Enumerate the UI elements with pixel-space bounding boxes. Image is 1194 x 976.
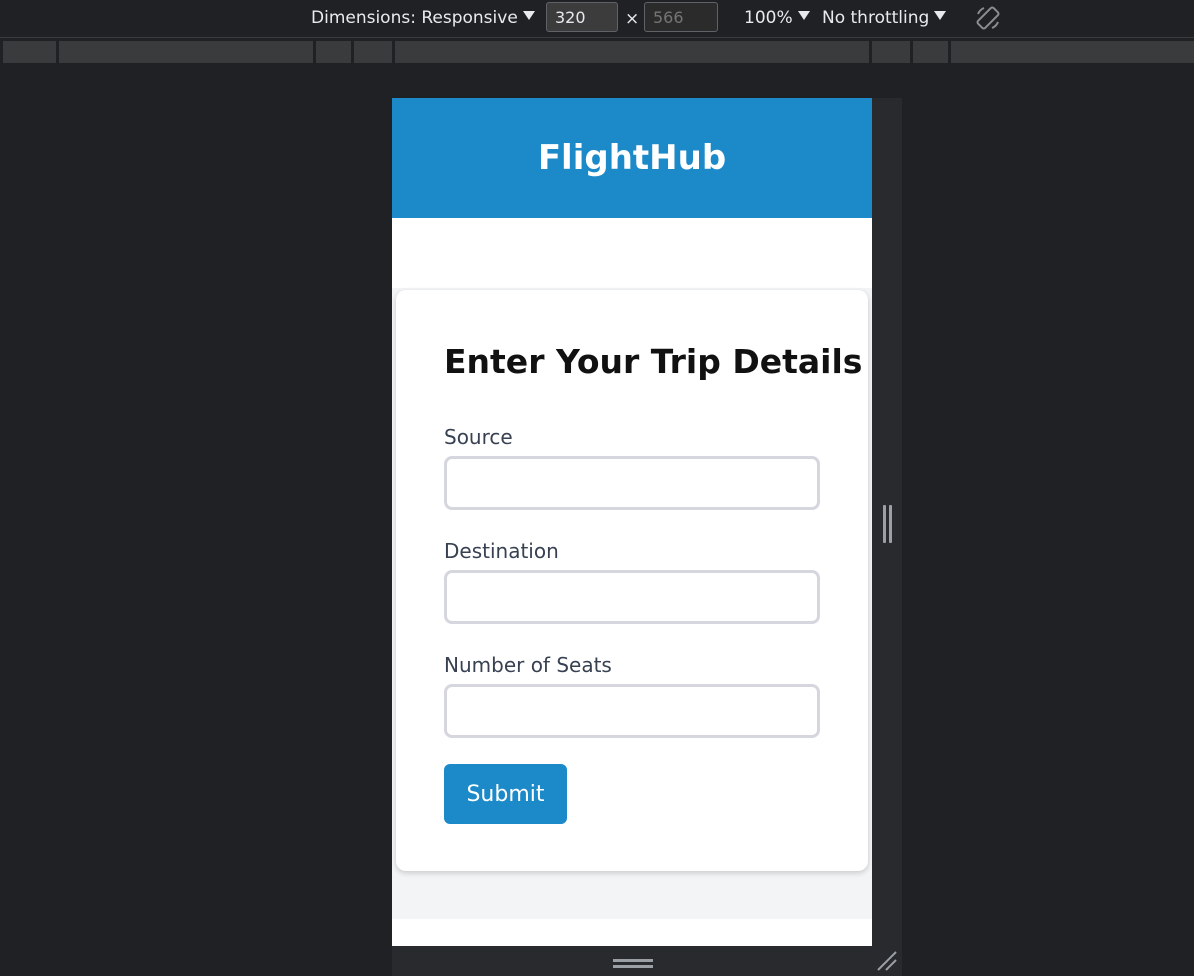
chevron-down-icon xyxy=(522,11,535,20)
rotate-icon[interactable] xyxy=(974,4,1002,32)
resize-grip xyxy=(613,959,653,962)
media-query-segment[interactable] xyxy=(395,41,869,63)
media-query-segment[interactable] xyxy=(913,41,948,63)
chevron-down-icon xyxy=(797,11,810,20)
trip-details-card: Enter Your Trip Details Source Destinati… xyxy=(396,290,868,871)
dimensions-label: Dimensions: Responsive xyxy=(311,8,518,28)
page-footer xyxy=(392,919,872,946)
app-header: FlightHub xyxy=(392,98,872,218)
corner-resize-icon[interactable] xyxy=(876,950,898,972)
destination-input[interactable] xyxy=(444,570,820,624)
chevron-down-icon xyxy=(934,11,947,20)
seats-label: Number of Seats xyxy=(444,653,612,677)
media-query-segment[interactable] xyxy=(59,41,313,63)
throttling-dropdown[interactable]: No throttling xyxy=(822,7,947,29)
app-title: FlightHub xyxy=(537,138,727,178)
device-viewport: FlightHub Enter Your Trip Details Source… xyxy=(392,98,872,946)
resize-grip xyxy=(883,505,886,543)
media-query-segment[interactable] xyxy=(3,41,56,63)
throttling-label: No throttling xyxy=(822,8,930,28)
device-toolbar: Dimensions: Responsive × 100% No throttl… xyxy=(0,0,1194,38)
source-label: Source xyxy=(444,425,513,449)
resize-grip xyxy=(613,965,653,968)
form-heading: Enter Your Trip Details xyxy=(444,342,863,381)
zoom-dropdown[interactable]: 100% xyxy=(744,7,810,29)
destination-label: Destination xyxy=(444,539,559,563)
source-input[interactable] xyxy=(444,456,820,510)
media-query-segment[interactable] xyxy=(354,41,392,63)
media-query-segment[interactable] xyxy=(316,41,351,63)
width-input[interactable] xyxy=(546,2,618,32)
seats-input[interactable] xyxy=(444,684,820,738)
resize-grip xyxy=(889,505,892,543)
submit-button[interactable]: Submit xyxy=(444,764,567,824)
media-query-segment[interactable] xyxy=(872,41,910,63)
media-query-segment[interactable] xyxy=(951,41,1194,63)
right-resize-handle[interactable] xyxy=(872,98,902,976)
height-input[interactable] xyxy=(644,2,718,32)
dimensions-dropdown[interactable]: Dimensions: Responsive xyxy=(311,7,535,29)
page-spacer xyxy=(392,218,872,288)
media-query-bar xyxy=(0,38,1194,66)
zoom-label: 100% xyxy=(744,8,793,28)
times-symbol: × xyxy=(625,9,640,29)
bottom-resize-handle[interactable] xyxy=(392,946,872,976)
